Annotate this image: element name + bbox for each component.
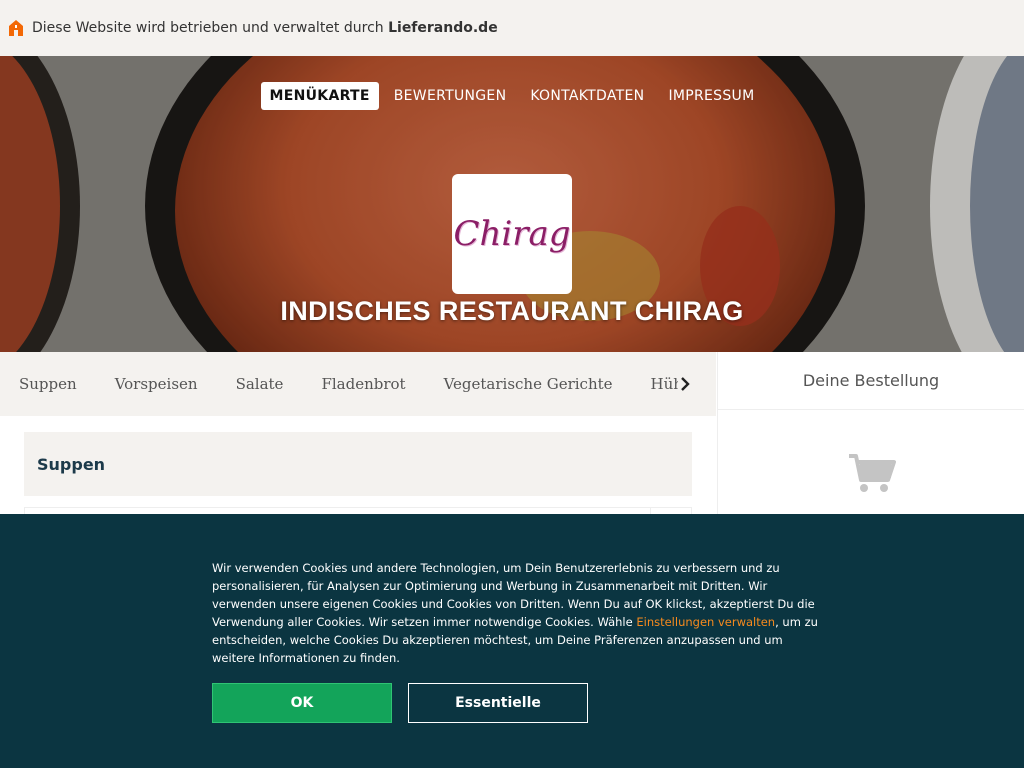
category-vegetarisch[interactable]: Vegetarische Gerichte bbox=[444, 375, 613, 393]
provider-link[interactable]: Lieferando.de bbox=[388, 20, 498, 36]
ok-button[interactable]: OK bbox=[212, 683, 392, 723]
restaurant-name: INDISCHES RESTAURANT CHIRAG bbox=[280, 296, 744, 326]
nav-contact[interactable]: KONTAKTDATEN bbox=[521, 82, 653, 110]
nav-menu[interactable]: MENÜKARTE bbox=[260, 82, 379, 110]
category-fladenbrot[interactable]: Fladenbrot bbox=[321, 375, 405, 393]
nav-imprint[interactable]: IMPRESSUM bbox=[659, 82, 763, 110]
provider-bar: Diese Website wird betrieben und verwalt… bbox=[0, 0, 1024, 56]
category-vorspeisen[interactable]: Vorspeisen bbox=[115, 375, 198, 393]
manage-settings-link[interactable]: Einstellungen verwalten bbox=[636, 615, 775, 629]
category-huehnerfleisch[interactable]: Hühnerfle bbox=[651, 375, 678, 393]
menu-content: Suppen bbox=[24, 432, 692, 526]
logo-text: Chirag bbox=[453, 214, 571, 254]
cookie-text: Wir verwenden Cookies und andere Technol… bbox=[212, 559, 822, 667]
order-title: Deine Bestellung bbox=[718, 352, 1024, 410]
home-icon bbox=[9, 20, 23, 36]
cart-icon bbox=[849, 454, 896, 492]
hero-banner: MENÜKARTE BEWERTUNGEN KONTAKTDATEN IMPRE… bbox=[0, 56, 1024, 352]
chevron-right-icon[interactable] bbox=[678, 376, 692, 392]
category-salate[interactable]: Salate bbox=[236, 375, 284, 393]
restaurant-logo: Chirag bbox=[452, 174, 572, 294]
cookie-banner: Wir verwenden Cookies und andere Technol… bbox=[0, 514, 1024, 768]
essential-button[interactable]: Essentielle bbox=[408, 683, 588, 723]
provider-text: Diese Website wird betrieben und verwalt… bbox=[32, 20, 384, 36]
category-suppen[interactable]: Suppen bbox=[19, 375, 77, 393]
main-nav: MENÜKARTE BEWERTUNGEN KONTAKTDATEN IMPRE… bbox=[0, 82, 1024, 110]
category-bar: Suppen Vorspeisen Salate Fladenbrot Vege… bbox=[0, 352, 716, 416]
nav-reviews[interactable]: BEWERTUNGEN bbox=[385, 82, 516, 110]
section-title: Suppen bbox=[24, 432, 692, 496]
order-panel: Deine Bestellung bbox=[717, 352, 1024, 514]
